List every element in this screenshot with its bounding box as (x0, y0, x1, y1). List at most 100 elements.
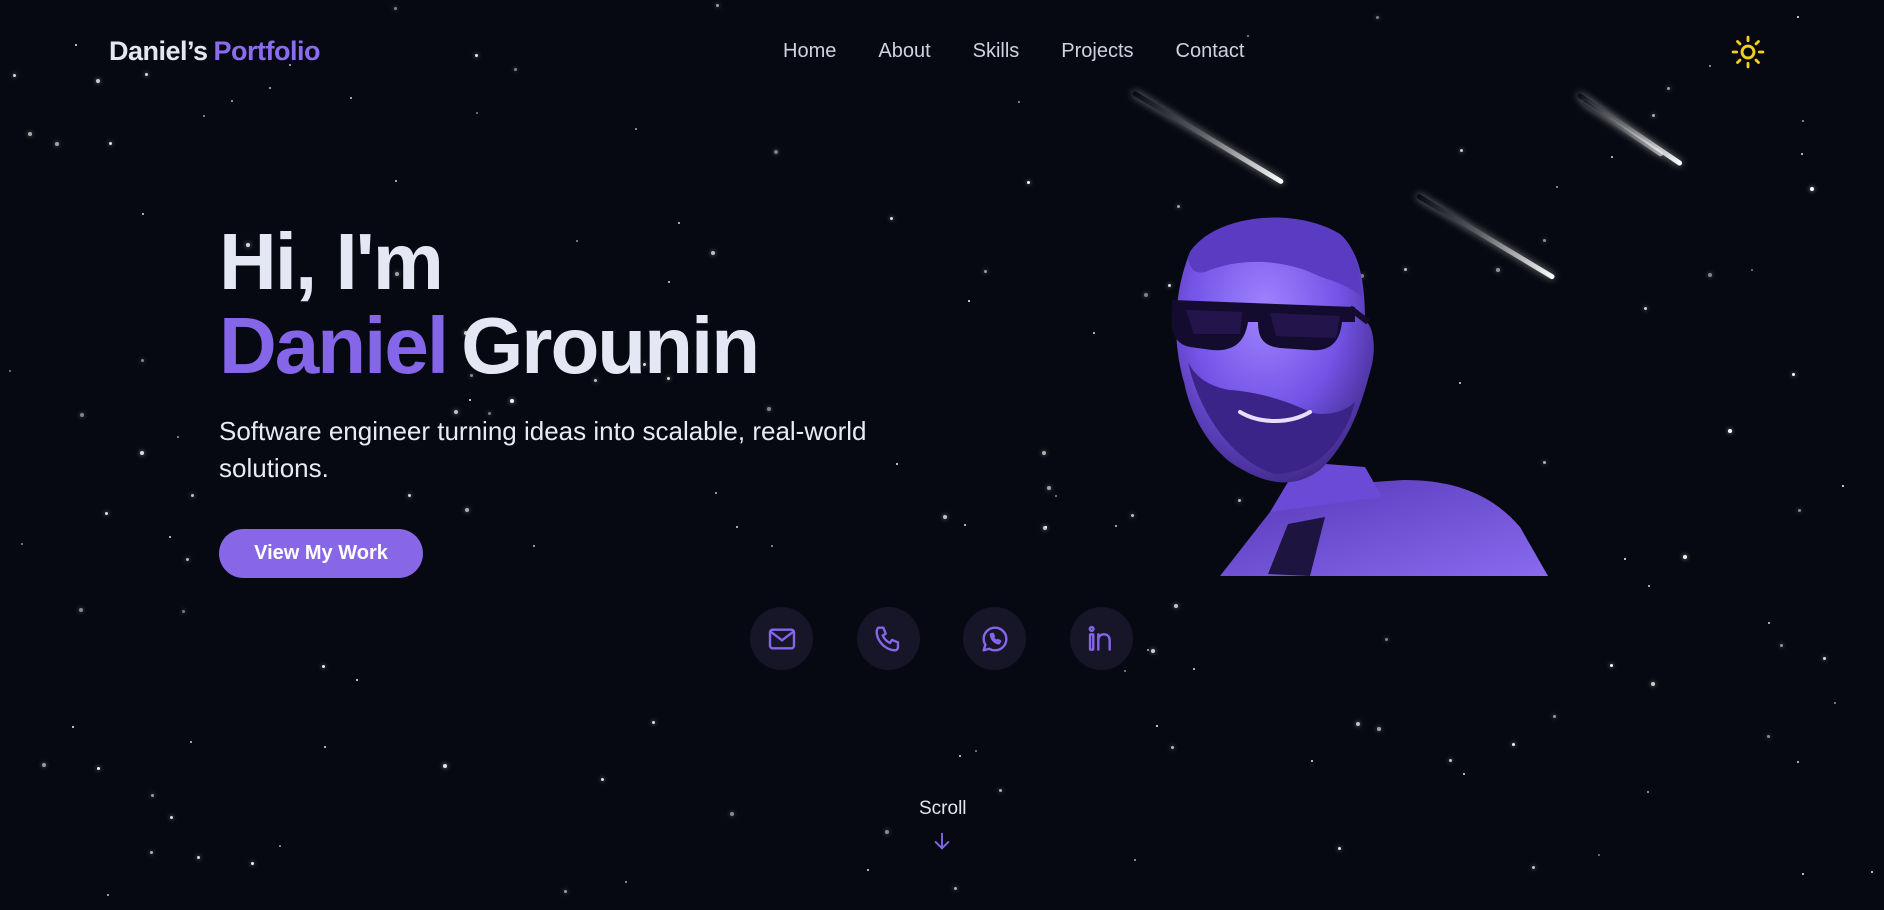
star (395, 180, 397, 182)
star (1834, 702, 1836, 704)
star (1648, 585, 1650, 587)
star (1532, 866, 1535, 869)
star (1463, 773, 1465, 775)
star (601, 778, 604, 781)
star (1792, 373, 1795, 376)
star (959, 755, 961, 757)
star (1728, 429, 1732, 433)
star (107, 894, 109, 896)
hero-heading: Hi, I'm Daniel Grounin (219, 217, 760, 388)
brand-name: Daniel’s (109, 36, 208, 66)
star (975, 750, 977, 752)
star (465, 508, 469, 512)
star (510, 399, 514, 403)
star (943, 515, 947, 519)
star (1644, 307, 1647, 310)
star (105, 512, 108, 515)
star (885, 830, 889, 834)
star (142, 213, 144, 215)
star (1018, 101, 1020, 103)
nav-about[interactable]: About (878, 40, 930, 63)
star (394, 7, 397, 10)
star (1043, 526, 1047, 530)
hero-tagline: Software engineer turning ideas into sca… (219, 416, 867, 483)
star (1652, 114, 1655, 117)
nav-projects[interactable]: Projects (1061, 40, 1133, 63)
star (197, 856, 200, 859)
star (1683, 555, 1687, 559)
star (1093, 332, 1095, 334)
star (469, 399, 471, 401)
star (177, 436, 179, 438)
star (1045, 526, 1047, 528)
star (28, 132, 32, 136)
star (1767, 735, 1770, 738)
hero-greeting: Hi, I'm (219, 217, 444, 306)
phone-link[interactable] (856, 607, 920, 670)
star (151, 794, 154, 797)
star (1338, 847, 1341, 850)
linkedin-link[interactable] (1069, 607, 1133, 670)
whatsapp-link[interactable] (963, 607, 1026, 670)
star (1797, 16, 1799, 18)
star (1667, 87, 1670, 90)
star (954, 887, 957, 890)
star (324, 746, 326, 748)
star (1115, 525, 1117, 527)
theme-toggle-button[interactable] (1731, 35, 1765, 69)
star (1823, 657, 1826, 660)
nav-skills[interactable]: Skills (973, 40, 1020, 63)
view-my-work-button[interactable]: View My Work (219, 529, 423, 578)
star (42, 763, 46, 767)
star (730, 812, 734, 816)
linkedin-icon (1088, 625, 1111, 651)
hero-page: Daniel’s Portfolio Home About Skills Proj… (0, 0, 1884, 910)
star (55, 142, 59, 146)
star (1598, 854, 1600, 856)
star (79, 608, 83, 612)
scroll-indicator[interactable]: Scroll (919, 798, 967, 852)
arrow-down-icon (934, 832, 949, 850)
email-link[interactable] (750, 607, 813, 670)
star (13, 74, 16, 77)
star (1449, 759, 1452, 762)
star (1610, 664, 1613, 667)
star (964, 524, 966, 526)
star (564, 890, 567, 893)
profile-photo (1171, 217, 1548, 576)
nav-home[interactable]: Home (783, 40, 836, 63)
star (514, 68, 517, 71)
star (1124, 670, 1126, 672)
star (1247, 35, 1249, 37)
star (715, 492, 717, 494)
star (269, 87, 271, 89)
star (1780, 644, 1783, 647)
star (1131, 514, 1134, 517)
star (72, 726, 74, 728)
star (1801, 153, 1803, 155)
sun-icon (1731, 35, 1765, 69)
star (1842, 485, 1844, 487)
star (652, 721, 655, 724)
star (150, 851, 153, 854)
star (231, 100, 233, 102)
main-nav: Home About Skills Projects Contact (783, 40, 1286, 63)
star (533, 545, 535, 547)
star (1802, 873, 1804, 875)
nav-contact[interactable]: Contact (1176, 40, 1245, 63)
star (774, 150, 778, 154)
star (1055, 495, 1057, 497)
star (1810, 187, 1814, 191)
star (736, 526, 738, 528)
site-brand[interactable]: Daniel’s Portfolio (109, 36, 321, 67)
star (625, 881, 627, 883)
star (443, 764, 447, 768)
star (1042, 451, 1046, 455)
star (1611, 156, 1613, 158)
star (1356, 722, 1360, 726)
star (191, 494, 194, 497)
star (145, 73, 148, 76)
star (767, 407, 771, 411)
star (251, 862, 254, 865)
star (1047, 486, 1051, 490)
